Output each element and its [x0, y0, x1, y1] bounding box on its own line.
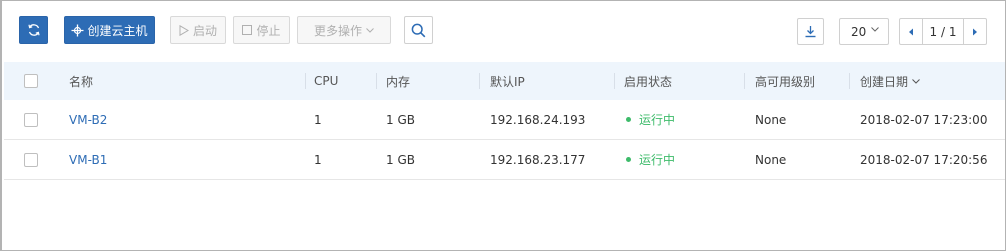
vm-state-label: 运行中 [639, 113, 676, 127]
header-state[interactable]: 启用状态 [624, 62, 672, 100]
next-page-button[interactable] [963, 18, 987, 45]
row-checkbox[interactable] [24, 152, 38, 167]
page-size-value: 20 [851, 24, 867, 39]
running-status-dot-icon [626, 157, 631, 162]
page-size-select[interactable]: 20 [839, 18, 889, 45]
column-divider [744, 73, 745, 89]
start-button[interactable]: 启动 [170, 16, 226, 44]
export-button[interactable] [797, 18, 824, 45]
vm-ha-level: None [755, 152, 787, 167]
chevron-right-icon [972, 28, 978, 36]
vm-created: 2018-02-07 17:23:00 [860, 112, 988, 127]
header-created-label: 创建日期 [860, 74, 909, 89]
refresh-icon [27, 23, 41, 37]
stop-label: 停止 [256, 23, 281, 38]
vm-name-link[interactable]: VM-B1 [69, 140, 107, 179]
vm-name-link[interactable]: VM-B2 [69, 100, 107, 139]
create-vm-label: 创建云主机 [87, 23, 148, 38]
row-checkbox-cell [24, 140, 38, 179]
vm-cpu: 1 [314, 112, 322, 127]
download-icon [804, 25, 817, 38]
header-ha[interactable]: 高可用级别 [755, 62, 815, 100]
column-divider [849, 73, 850, 89]
header-created[interactable]: 创建日期 [860, 62, 920, 100]
chevron-left-icon [908, 28, 914, 36]
header-cpu[interactable]: CPU [314, 62, 338, 100]
search-icon [411, 23, 426, 38]
play-icon [179, 24, 189, 36]
header-ip[interactable]: 默认IP [490, 62, 525, 100]
table-header: 名称 CPU 内存 默认IP 启用状态 高可用级别 创建日期 [4, 62, 1005, 100]
chevron-down-icon[interactable] [912, 78, 920, 84]
page-info: 1 / 1 [923, 18, 963, 45]
vm-ip: 192.168.23.177 [490, 152, 586, 167]
stop-icon [242, 25, 253, 35]
vm-state: 运行中 [624, 100, 675, 139]
chevron-down-icon [366, 27, 374, 33]
vm-created: 2018-02-07 17:20:56 [860, 152, 988, 167]
vm-memory: 1 GB [386, 152, 415, 167]
vm-state-label: 运行中 [639, 153, 676, 167]
vm-cpu: 1 [314, 152, 322, 167]
vm-ip: 192.168.24.193 [490, 112, 586, 127]
vm-table: 名称 CPU 内存 默认IP 启用状态 高可用级别 创建日期 VM-B2 1 1 [4, 62, 1005, 180]
prev-page-button[interactable] [899, 18, 923, 45]
select-all-checkbox-cell [24, 62, 38, 100]
table-row[interactable]: VM-B2 1 1 GB 192.168.24.193 运行中 None 201… [4, 100, 1005, 140]
toolbar: 创建云主机 启动 停止 更多操作 20 1 / 1 [2, 1, 1005, 61]
more-actions-label: 更多操作 [313, 23, 362, 38]
column-divider [305, 73, 306, 89]
search-button[interactable] [404, 16, 433, 44]
chevron-down-icon [871, 27, 879, 32]
vm-state: 运行中 [624, 140, 675, 179]
plus-icon [71, 24, 84, 37]
vm-ha-level: None [755, 112, 787, 127]
stop-button[interactable]: 停止 [233, 16, 290, 44]
column-divider [376, 73, 377, 89]
table-row[interactable]: VM-B1 1 1 GB 192.168.23.177 运行中 None 201… [4, 140, 1005, 180]
select-all-checkbox[interactable] [24, 74, 38, 88]
start-label: 启动 [192, 23, 217, 38]
row-checkbox[interactable] [24, 112, 38, 127]
more-actions-dropdown[interactable]: 更多操作 [297, 16, 391, 44]
column-divider [479, 73, 480, 89]
vm-memory: 1 GB [386, 112, 415, 127]
header-name[interactable]: 名称 [69, 62, 93, 100]
row-checkbox-cell [24, 100, 38, 139]
column-divider [614, 73, 615, 89]
running-status-dot-icon [626, 117, 631, 122]
refresh-button[interactable] [19, 16, 48, 44]
header-memory[interactable]: 内存 [386, 62, 410, 100]
create-vm-button[interactable]: 创建云主机 [64, 16, 155, 44]
vm-list-panel: 创建云主机 启动 停止 更多操作 20 1 / 1 名称 CPU 内存 默认IP… [0, 0, 1006, 251]
